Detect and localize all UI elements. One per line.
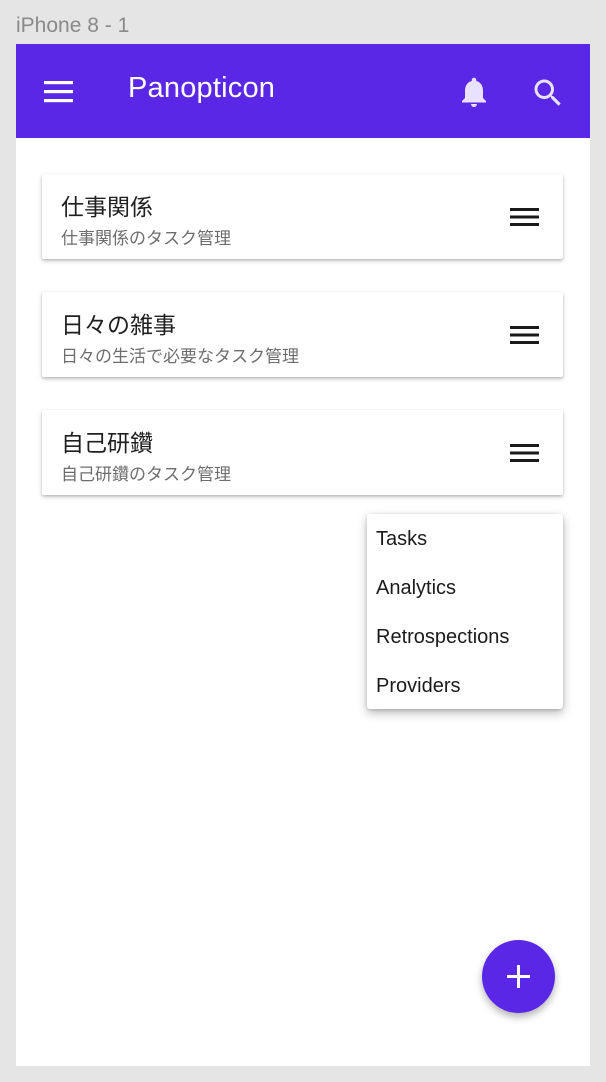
menu-item-providers[interactable]: Providers: [367, 663, 563, 709]
card-subtitle: 仕事関係のタスク管理: [61, 229, 231, 249]
menu-item-tasks[interactable]: Tasks: [367, 516, 563, 562]
drag-handle-icon[interactable]: [508, 203, 542, 231]
card-subtitle: 日々の生活で必要なタスク管理: [61, 347, 299, 367]
frame-label: iPhone 8 - 1: [16, 14, 130, 37]
card-subtitle: 自己研鑽のタスク管理: [61, 465, 231, 485]
card-title: 日々の雑事: [61, 313, 176, 339]
phone-screen: Panopticon 仕事関係 仕事関係のタスク管理 日々の雑事 日々の生活で必…: [16, 44, 590, 1066]
app-title: Panopticon: [128, 72, 276, 104]
category-card[interactable]: 仕事関係 仕事関係のタスク管理: [42, 174, 563, 259]
popup-menu: Tasks Analytics Retrospections Providers: [367, 514, 563, 709]
menu-item-label: Retrospections: [376, 626, 510, 648]
search-icon[interactable]: [530, 75, 566, 111]
menu-icon[interactable]: [40, 77, 80, 107]
menu-item-retrospections[interactable]: Retrospections: [367, 614, 563, 660]
drag-handle-icon[interactable]: [508, 439, 542, 467]
add-button[interactable]: [482, 940, 555, 1013]
menu-item-label: Analytics: [376, 577, 457, 599]
card-title: 自己研鑽: [61, 431, 153, 457]
menu-item-analytics[interactable]: Analytics: [367, 565, 563, 611]
menu-item-label: Providers: [376, 675, 461, 697]
drag-handle-icon[interactable]: [508, 321, 542, 349]
category-card[interactable]: 日々の雑事 日々の生活で必要なタスク管理: [42, 292, 563, 377]
category-card[interactable]: 自己研鑽 自己研鑽のタスク管理: [42, 410, 563, 495]
menu-item-label: Tasks: [376, 528, 428, 550]
plus-icon: [507, 965, 530, 988]
bell-icon[interactable]: [456, 74, 492, 110]
app-bar: Panopticon: [16, 44, 590, 138]
card-title: 仕事関係: [61, 195, 153, 221]
